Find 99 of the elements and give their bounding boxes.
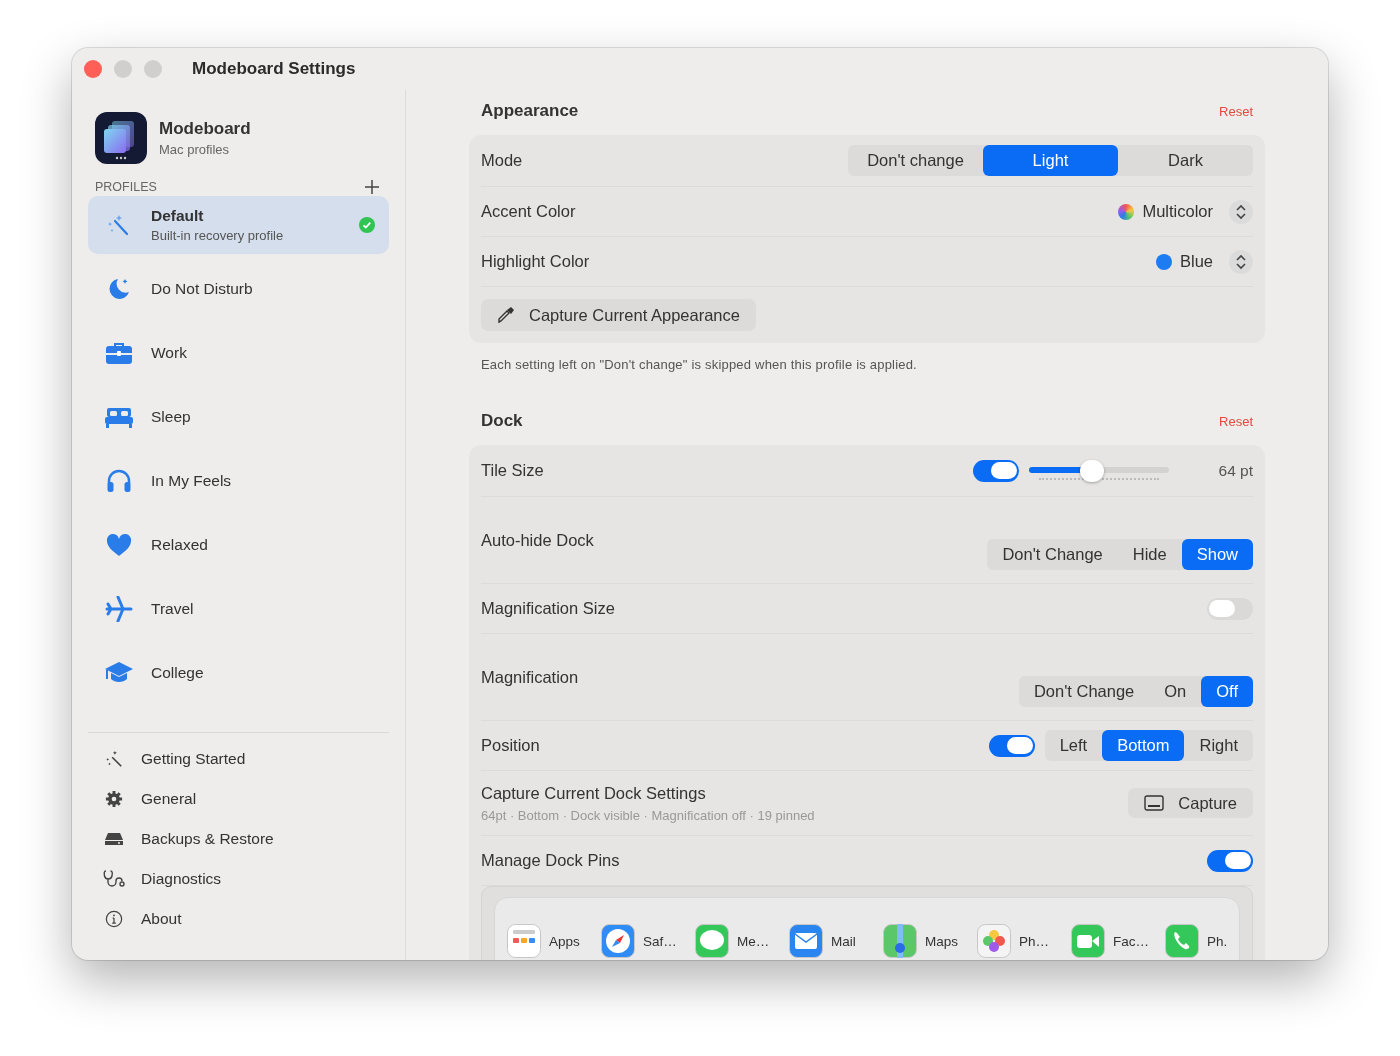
eyedropper-icon [497,306,515,324]
segment-option[interactable]: Dark [1118,145,1253,176]
setting-label: Magnification Size [481,599,615,618]
segment-option[interactable]: Light [983,145,1118,176]
chevron-up-down-icon [1229,199,1253,224]
segment-option[interactable]: Right [1184,730,1253,761]
gear-icon [105,790,123,808]
dock-pin[interactable]: Apps [507,924,593,958]
dock-pin[interactable]: Saf… [601,924,687,958]
segment-option[interactable]: Off [1201,675,1253,707]
segment-option[interactable]: Hide [1117,538,1182,570]
profile-name: Work [151,344,188,362]
dock-pin[interactable]: Maps [883,924,969,958]
airplane-icon [105,596,133,622]
phone-icon [1165,924,1199,958]
segment-option[interactable]: Left [1044,730,1103,761]
popup-menu[interactable]: Blue [1155,249,1253,274]
profile-subtitle: Built-in recovery profile [151,228,285,243]
heart-icon [106,533,132,557]
compass-icon [601,924,635,958]
toggle-switch[interactable] [1207,849,1253,872]
segmented-control[interactable]: Don't Change Hide Show [987,538,1253,570]
close-button[interactable] [84,60,102,78]
profile-name: Do Not Disturb [151,280,254,298]
sidebar-link[interactable]: About [88,899,389,939]
popup-menu[interactable]: Multicolor [1118,199,1253,224]
briefcase-icon [105,341,133,365]
profile-item[interactable]: College [88,644,389,702]
segment-option[interactable]: Show [1181,538,1253,570]
speech-bubble-icon [695,924,729,958]
color-dot [1118,203,1135,220]
segment-option[interactable]: On [1149,675,1202,707]
profile-item[interactable]: In My Feels [88,452,389,510]
app-subtitle: Mac profiles [159,142,231,157]
setting-summary: 64pt · Bottom · Dock visible · Magnification off · 19 pinned [481,807,815,823]
profile-name: Sleep [151,408,192,426]
section-title: Appearance [481,101,579,121]
map-icon [883,924,917,958]
setting-label: Position [481,736,540,755]
segmented-control[interactable]: Left Bottom Right [1044,730,1253,761]
capture-button[interactable]: Capture [1128,788,1253,818]
sidebar-link[interactable]: Getting Started [88,739,389,779]
profile-name: In My Feels [151,472,233,490]
slider-value: 64 pt [1217,461,1253,480]
dock-pin[interactable]: Me… [695,924,781,958]
info-icon [105,910,123,928]
setting-label: Highlight Color [481,252,590,271]
dock-pin[interactable]: Ph… [977,924,1063,958]
section-title: Dock [481,411,523,431]
dock-icon [1144,795,1165,811]
toggle-switch[interactable] [1207,597,1253,620]
setting-label: Capture Current Dock Settings [481,783,707,803]
capture-appearance-button[interactable]: Capture Current Appearance [481,299,756,331]
profile-item[interactable]: Travel [88,580,389,638]
section-header: PROFILES [95,180,157,194]
toggle-switch[interactable] [988,734,1035,757]
segment-option[interactable]: Don't Change [987,538,1118,570]
drive-icon [104,831,124,847]
setting-label: Magnification [481,667,579,687]
profile-item[interactable]: Do Not Disturb [88,260,389,318]
setting-label: Auto-hide Dock [481,530,594,550]
add-icon[interactable] [365,180,379,194]
segment-option[interactable]: Don't Change [1018,675,1150,707]
segment-option[interactable]: Bottom [1102,730,1185,761]
setting-label: Tile Size [481,461,544,480]
profile-item[interactable]: Sleep [88,388,389,446]
bed-icon [105,406,133,428]
video-camera-icon [1071,924,1105,958]
window-title: Modeboard Settings [192,59,356,79]
sidebar-link[interactable]: Backups & Restore [88,819,389,859]
headphones-icon [106,468,132,494]
profile-item[interactable]: Work [88,324,389,382]
magic-wand-icon [105,750,123,768]
sidebar-link[interactable]: General [88,779,389,819]
profile-item[interactable]: Relaxed [88,516,389,574]
setting-label: Manage Dock Pins [481,851,620,870]
segmented-control[interactable]: Don't Change On Off [1018,675,1253,707]
profile-name: Default [151,207,205,225]
dock-pin[interactable]: Fac… [1071,924,1157,958]
magic-wand-icon [107,213,131,237]
app-name: Modeboard [159,119,251,139]
size-slider[interactable] [1029,458,1169,483]
setting-label: Mode [481,151,523,170]
help-text: Each setting left on "Don't change" is skipped when this profile is applied. [481,357,918,372]
setting-label: Accent Color [481,202,576,221]
chevron-up-down-icon [1229,249,1253,274]
profile-name: Relaxed [151,536,209,554]
profile-item[interactable]: Default Built-in recovery profile [88,196,389,254]
dock-pin[interactable]: Ph. [1165,924,1239,958]
profile-name: College [151,664,205,682]
envelope-icon [789,924,823,958]
stethoscope-icon [103,869,125,889]
toggle-switch[interactable] [973,459,1019,482]
dock-pin[interactable]: Mail [789,924,875,958]
sidebar-link[interactable]: Diagnostics [88,859,389,899]
profile-name: Travel [151,600,195,618]
segmented-control[interactable]: Don't change Light Dark [848,145,1253,176]
app-icon [95,112,147,164]
segment-option[interactable]: Don't change [848,145,983,176]
